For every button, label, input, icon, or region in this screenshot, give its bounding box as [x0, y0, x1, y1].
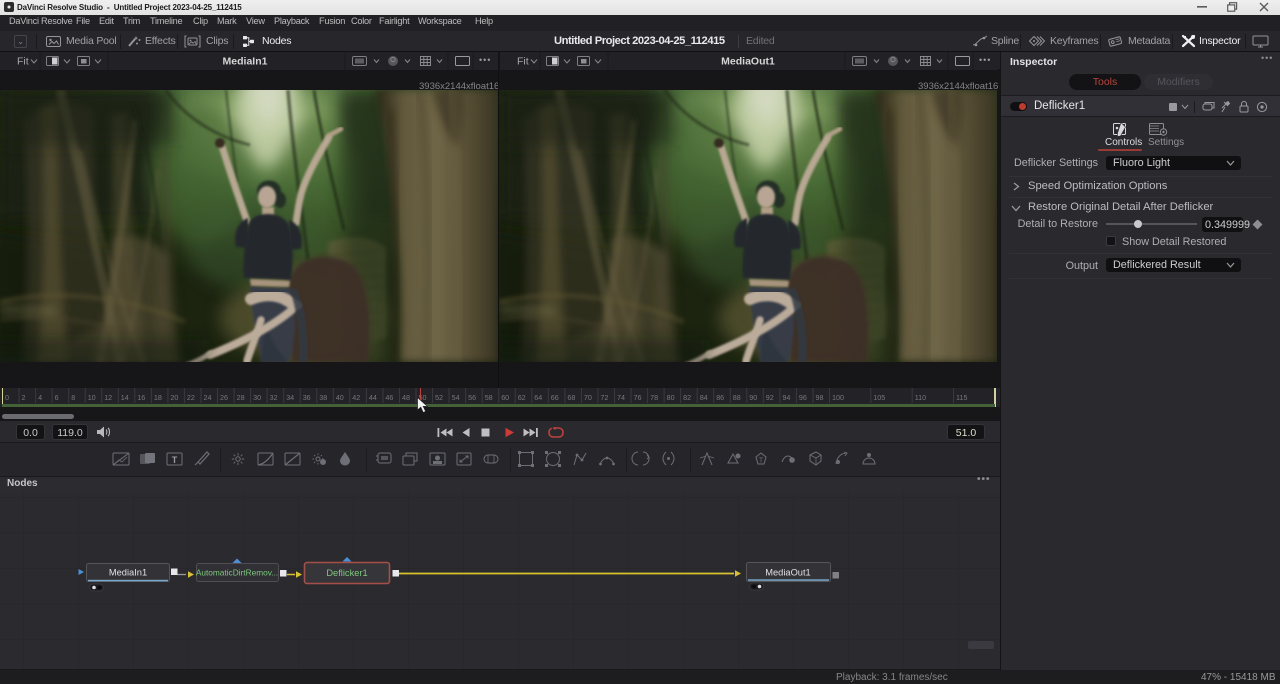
svg-text:40: 40	[336, 393, 344, 402]
svg-text:36: 36	[303, 393, 311, 402]
svg-text:MediaOut1: MediaOut1	[721, 56, 775, 68]
svg-text:Fit: Fit	[17, 56, 29, 68]
svg-text:105: 105	[873, 393, 885, 402]
svg-text:48: 48	[402, 393, 410, 402]
svg-text:82: 82	[683, 393, 691, 402]
svg-text:Deflicker1: Deflicker1	[326, 568, 367, 578]
svg-text:22: 22	[187, 393, 195, 402]
svg-text:6: 6	[55, 393, 59, 402]
svg-text:98: 98	[816, 393, 824, 402]
svg-text:24: 24	[204, 393, 212, 402]
svg-text:20: 20	[170, 393, 178, 402]
svg-text:MediaOut1: MediaOut1	[765, 568, 810, 578]
svg-text:115: 115	[956, 393, 967, 402]
svg-text:32: 32	[270, 393, 278, 402]
svg-text:56: 56	[468, 393, 476, 402]
svg-text:68: 68	[567, 393, 575, 402]
svg-text:66: 66	[551, 393, 559, 402]
svg-text:0: 0	[5, 393, 9, 402]
svg-text:72: 72	[600, 393, 608, 402]
svg-text:62: 62	[518, 393, 526, 402]
svg-text:76: 76	[634, 393, 642, 402]
svg-text:42: 42	[352, 393, 360, 402]
svg-text:52: 52	[435, 393, 443, 402]
svg-text:16: 16	[137, 393, 145, 402]
svg-text:10: 10	[88, 393, 96, 402]
svg-text:100: 100	[832, 393, 844, 402]
svg-text:92: 92	[766, 393, 774, 402]
svg-text:74: 74	[617, 393, 625, 402]
svg-text:T: T	[759, 458, 764, 465]
svg-text:18: 18	[154, 393, 162, 402]
svg-text:54: 54	[452, 393, 460, 402]
svg-text:96: 96	[799, 393, 807, 402]
svg-text:86: 86	[716, 393, 724, 402]
svg-text:34: 34	[286, 393, 294, 402]
svg-text:64: 64	[534, 393, 542, 402]
svg-text:12: 12	[104, 393, 112, 402]
svg-text:90: 90	[749, 393, 757, 402]
svg-text:110: 110	[915, 393, 926, 402]
svg-text:MediaIn1: MediaIn1	[109, 568, 147, 578]
svg-text:30: 30	[253, 393, 261, 402]
svg-text:84: 84	[700, 393, 708, 402]
svg-text:AutomaticDirtRemov...: AutomaticDirtRemov...	[196, 568, 278, 578]
svg-text:2: 2	[22, 393, 26, 402]
svg-text:•••: •••	[479, 55, 491, 65]
svg-text:70: 70	[584, 393, 592, 402]
svg-text:44: 44	[369, 393, 377, 402]
svg-text:60: 60	[501, 393, 509, 402]
svg-text:26: 26	[220, 393, 228, 402]
svg-text:8: 8	[71, 393, 75, 402]
svg-text:46: 46	[385, 393, 393, 402]
svg-text:T: T	[172, 455, 178, 465]
svg-text:78: 78	[650, 393, 658, 402]
svg-text:28: 28	[237, 393, 245, 402]
svg-text:4: 4	[38, 393, 42, 402]
svg-text:88: 88	[733, 393, 741, 402]
svg-text:94: 94	[782, 393, 790, 402]
svg-text:MediaIn1: MediaIn1	[223, 56, 268, 68]
svg-text:80: 80	[667, 393, 675, 402]
svg-text:14: 14	[121, 393, 129, 402]
svg-text:38: 38	[319, 393, 327, 402]
svg-text:58: 58	[485, 393, 493, 402]
